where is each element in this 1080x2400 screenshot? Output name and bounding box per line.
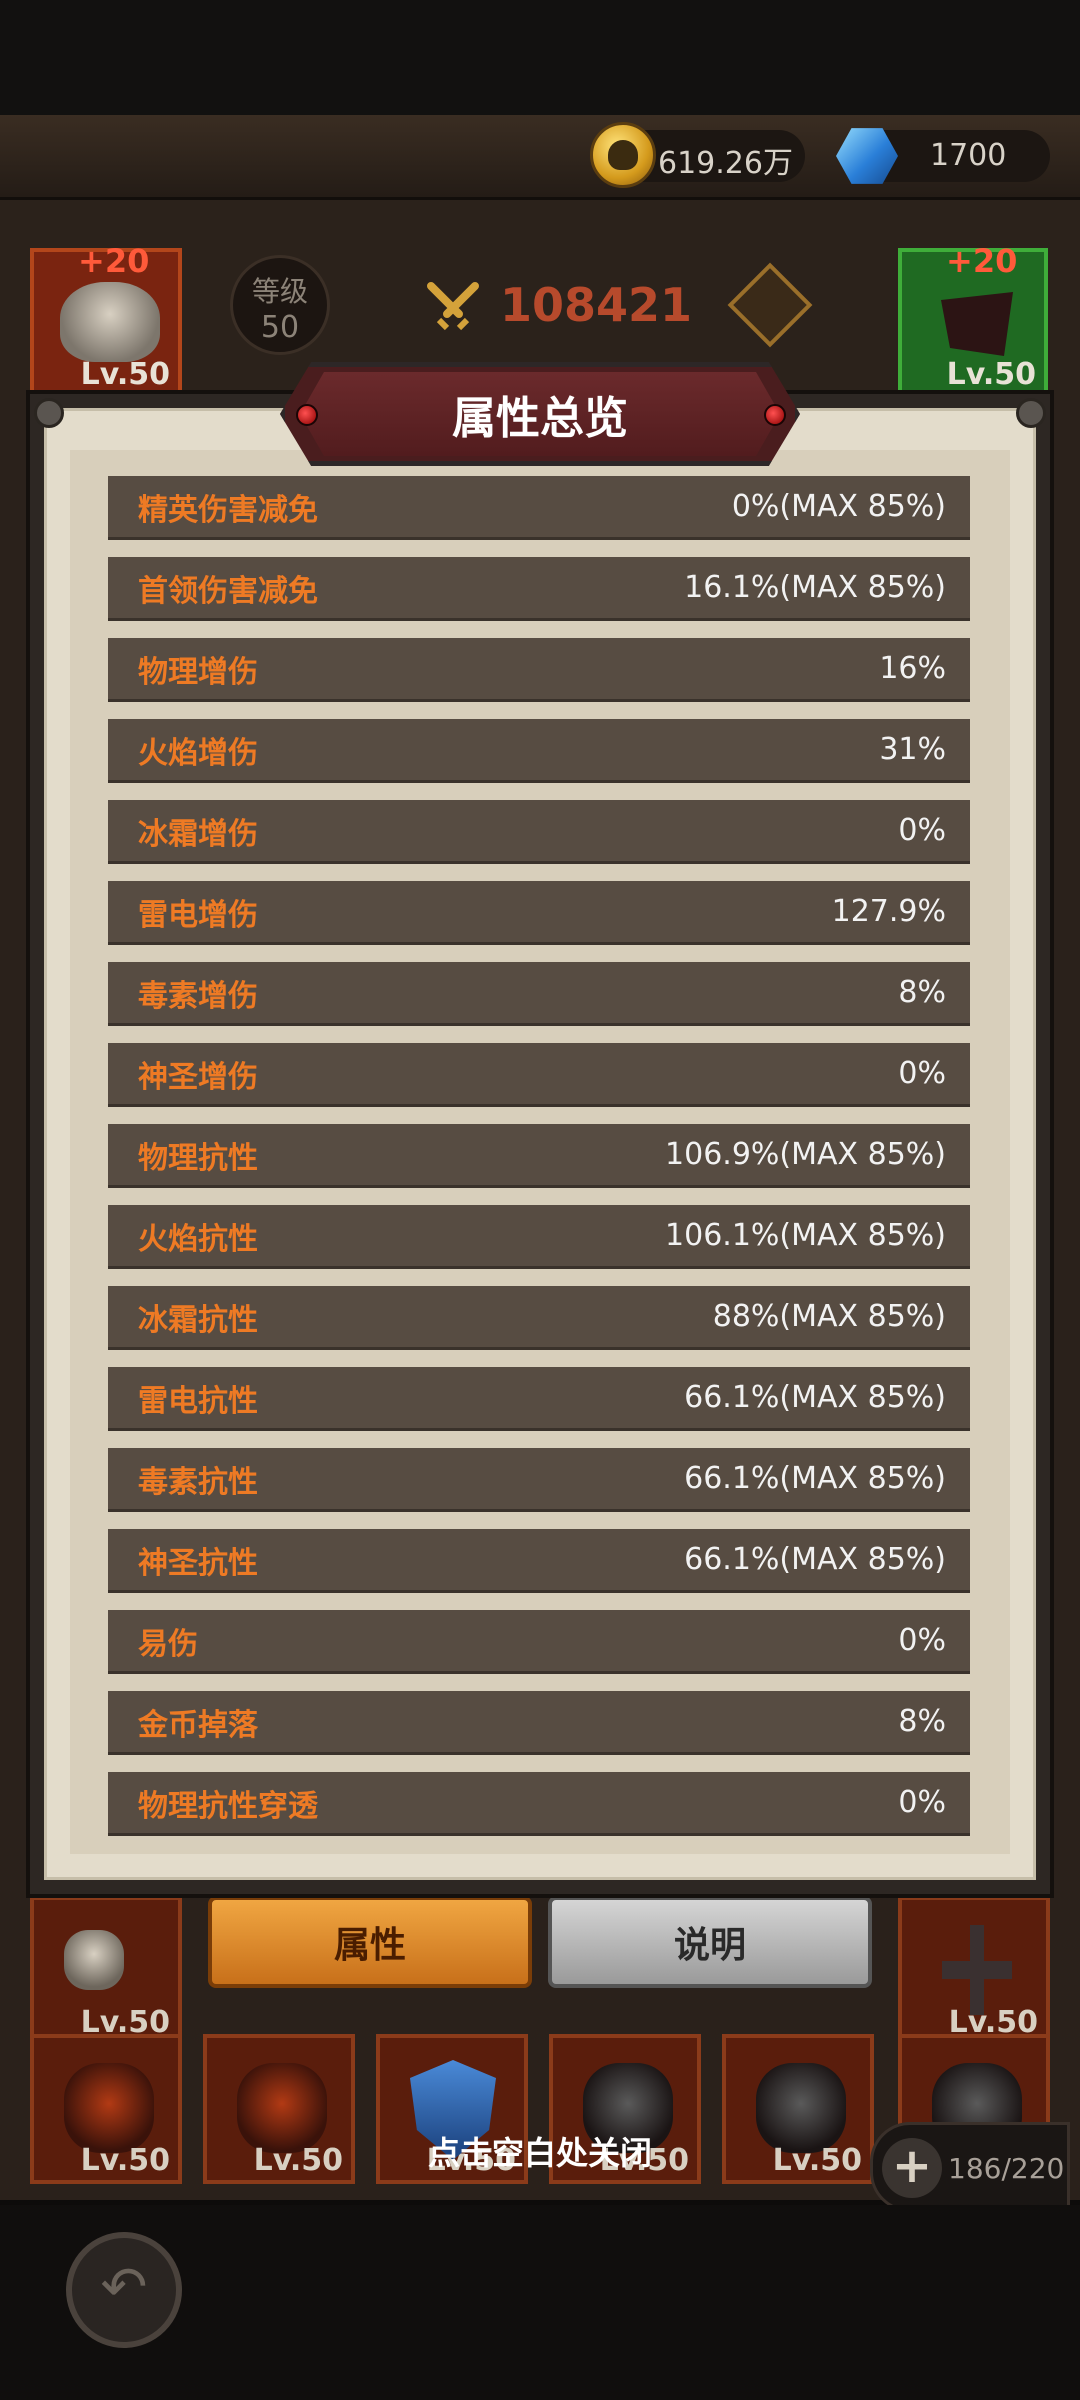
attribute-label: 火焰增伤 xyxy=(138,735,258,771)
attribute-row: 易伤 0% xyxy=(108,1610,970,1674)
status-area xyxy=(0,0,1080,115)
inventory-slot[interactable]: Lv.50 xyxy=(898,1896,1050,2046)
helmet-slot[interactable]: +20 Lv.50 xyxy=(30,242,182,398)
attribute-value: 0% xyxy=(898,1623,946,1658)
attribute-value: 8% xyxy=(898,1704,946,1739)
inventory-count: 186/220 xyxy=(948,2152,1065,2185)
tab-attributes[interactable]: 属性 xyxy=(208,1896,532,1988)
attribute-row: 精英伤害减免 0%(MAX 85%) xyxy=(108,476,970,540)
attribute-value: 66.1%(MAX 85%) xyxy=(684,1542,946,1577)
skull-coin-icon xyxy=(590,122,656,188)
attribute-label: 毒素增伤 xyxy=(138,978,258,1014)
crossed-swords-icon xyxy=(427,282,479,331)
attribute-label: 神圣抗性 xyxy=(138,1545,258,1581)
slot-level: Lv.50 xyxy=(946,357,1036,392)
attribute-row: 毒素抗性 66.1%(MAX 85%) xyxy=(108,1448,970,1512)
attribute-row: 神圣增伤 0% xyxy=(108,1043,970,1107)
attribute-row: 物理抗性 106.9%(MAX 85%) xyxy=(108,1124,970,1188)
combat-power: 108421 xyxy=(500,278,693,332)
rank-value: 50 xyxy=(260,310,300,345)
attribute-value: 0% xyxy=(898,813,946,848)
attribute-value: 0% xyxy=(898,1785,946,1820)
back-button[interactable]: ↶ xyxy=(66,2232,182,2348)
attribute-label: 雷电抗性 xyxy=(138,1383,258,1419)
enhance-level: +20 xyxy=(78,242,150,280)
inventory-slot[interactable]: Lv.50 xyxy=(30,1896,182,2046)
attribute-row: 冰霜抗性 88%(MAX 85%) xyxy=(108,1286,970,1350)
rivet-icon xyxy=(1016,398,1046,428)
rank-badge: 等级 50 xyxy=(230,255,330,355)
attribute-row: 冰霜增伤 0% xyxy=(108,800,970,864)
rank-label: 等级 xyxy=(251,275,308,308)
attribute-label: 精英伤害减免 xyxy=(138,492,318,528)
skull-helmet-icon xyxy=(60,282,160,362)
attribute-label: 物理抗性穿透 xyxy=(138,1788,318,1824)
attribute-label: 毒素抗性 xyxy=(138,1464,258,1500)
attribute-value: 16% xyxy=(879,651,946,686)
skull-item-icon xyxy=(64,1930,124,1990)
armor-icon xyxy=(941,292,1013,356)
attribute-value: 88%(MAX 85%) xyxy=(712,1299,946,1334)
attribute-value: 16.1%(MAX 85%) xyxy=(684,570,946,605)
attribute-label: 冰霜增伤 xyxy=(138,816,258,852)
attribute-label: 首领伤害减免 xyxy=(138,573,318,609)
attribute-row: 物理增伤 16% xyxy=(108,638,970,702)
dialog-title: 属性总览 xyxy=(452,393,628,444)
attribute-label: 雷电增伤 xyxy=(138,897,258,933)
attribute-value: 106.9%(MAX 85%) xyxy=(665,1137,946,1172)
attribute-label: 冰霜抗性 xyxy=(138,1302,258,1338)
attribute-row: 火焰增伤 31% xyxy=(108,719,970,783)
gem-amount: 1700 xyxy=(930,138,1007,173)
attribute-label: 物理增伤 xyxy=(138,654,258,690)
attribute-row: 雷电增伤 127.9% xyxy=(108,881,970,945)
attribute-value: 8% xyxy=(898,975,946,1010)
attribute-label: 神圣增伤 xyxy=(138,1059,258,1095)
attribute-row: 物理抗性穿透 0% xyxy=(108,1772,970,1836)
armor-slot[interactable]: +20 Lv.50 xyxy=(898,242,1048,398)
attribute-value: 0%(MAX 85%) xyxy=(731,489,946,524)
attribute-value: 66.1%(MAX 85%) xyxy=(684,1380,946,1415)
attribute-row: 首领伤害减免 16.1%(MAX 85%) xyxy=(108,557,970,621)
cross-item-icon xyxy=(942,1925,1012,2015)
rivet-icon xyxy=(34,398,64,428)
attribute-value: 106.1%(MAX 85%) xyxy=(665,1218,946,1253)
enhance-level: +20 xyxy=(946,242,1018,280)
add-slot-button[interactable]: + xyxy=(882,2138,942,2198)
attribute-label: 金币掉落 xyxy=(138,1707,258,1743)
attribute-value: 31% xyxy=(879,732,946,767)
attribute-row: 金币掉落 8% xyxy=(108,1691,970,1755)
attribute-label: 易伤 xyxy=(138,1626,198,1662)
attribute-value: 127.9% xyxy=(831,894,946,929)
attribute-row: 火焰抗性 106.1%(MAX 85%) xyxy=(108,1205,970,1269)
attribute-row: 雷电抗性 66.1%(MAX 85%) xyxy=(108,1367,970,1431)
attribute-label: 火焰抗性 xyxy=(138,1221,258,1257)
coin-amount: 619.26万 xyxy=(658,146,793,181)
tab-description[interactable]: 说明 xyxy=(548,1896,872,1988)
attribute-row: 毒素增伤 8% xyxy=(108,962,970,1026)
attribute-row: 神圣抗性 66.1%(MAX 85%) xyxy=(108,1529,970,1593)
attribute-value: 66.1%(MAX 85%) xyxy=(684,1461,946,1496)
attribute-value: 0% xyxy=(898,1056,946,1091)
attribute-label: 物理抗性 xyxy=(138,1140,258,1176)
slot-level: Lv.50 xyxy=(80,357,170,392)
